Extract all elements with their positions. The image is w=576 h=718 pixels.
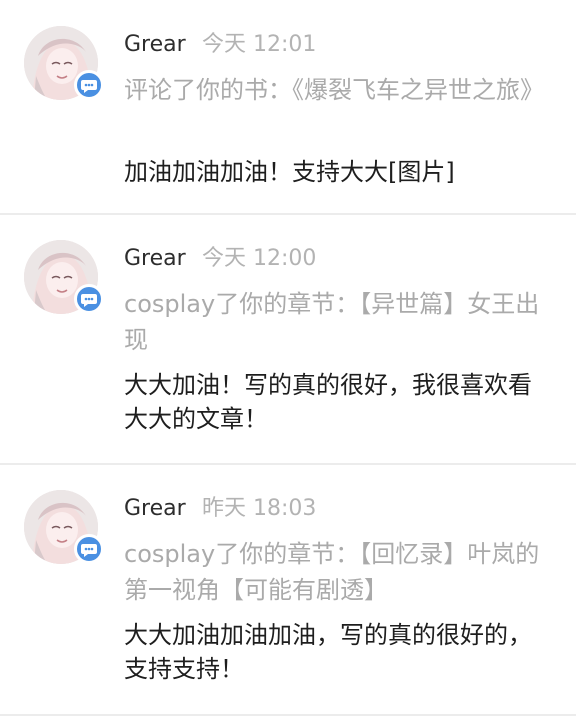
timestamp: 今天 12:00 [202,246,317,271]
avatar[interactable] [24,490,104,564]
action-text[interactable]: cosplay了你的章节：【回忆录】叶岚的第一视角【可能有剧透】 [124,536,544,608]
notification-item[interactable]: Grear 今天 12:01 评论了你的书：《爆裂飞车之异世之旅》 加油加油加油… [0,0,576,214]
divider [0,714,576,716]
username[interactable]: Grear [124,31,186,59]
avatar[interactable] [24,240,104,314]
action-text[interactable]: cosplay了你的章节：【异世篇】女王出现 [124,286,544,358]
username[interactable]: Grear [124,245,186,273]
action-text[interactable]: 评论了你的书：《爆裂飞车之异世之旅》 [124,72,544,108]
comment-content: 大大加油！写的真的很好，我很喜欢看大大的文章！ [124,371,532,433]
notification-item[interactable]: Grear 今天 12:00 cosplay了你的章节：【异世篇】女王出现 大大… [0,215,576,465]
avatar[interactable] [24,26,104,100]
timestamp: 昨天 18:03 [202,496,317,521]
username[interactable]: Grear [124,495,186,523]
comment-bubble-icon [74,284,104,314]
notification-item[interactable]: Grear 昨天 18:03 cosplay了你的章节：【回忆录】叶岚的第一视角… [0,465,576,718]
timestamp: 今天 12:01 [202,32,317,57]
comment-content: 大大加油加油加油，写的真的很好的，支持支持！ [124,621,532,683]
comment-content: 加油加油加油！支持大大[图片] [124,158,455,186]
comment-bubble-icon [74,534,104,564]
comment-bubble-icon [74,70,104,100]
